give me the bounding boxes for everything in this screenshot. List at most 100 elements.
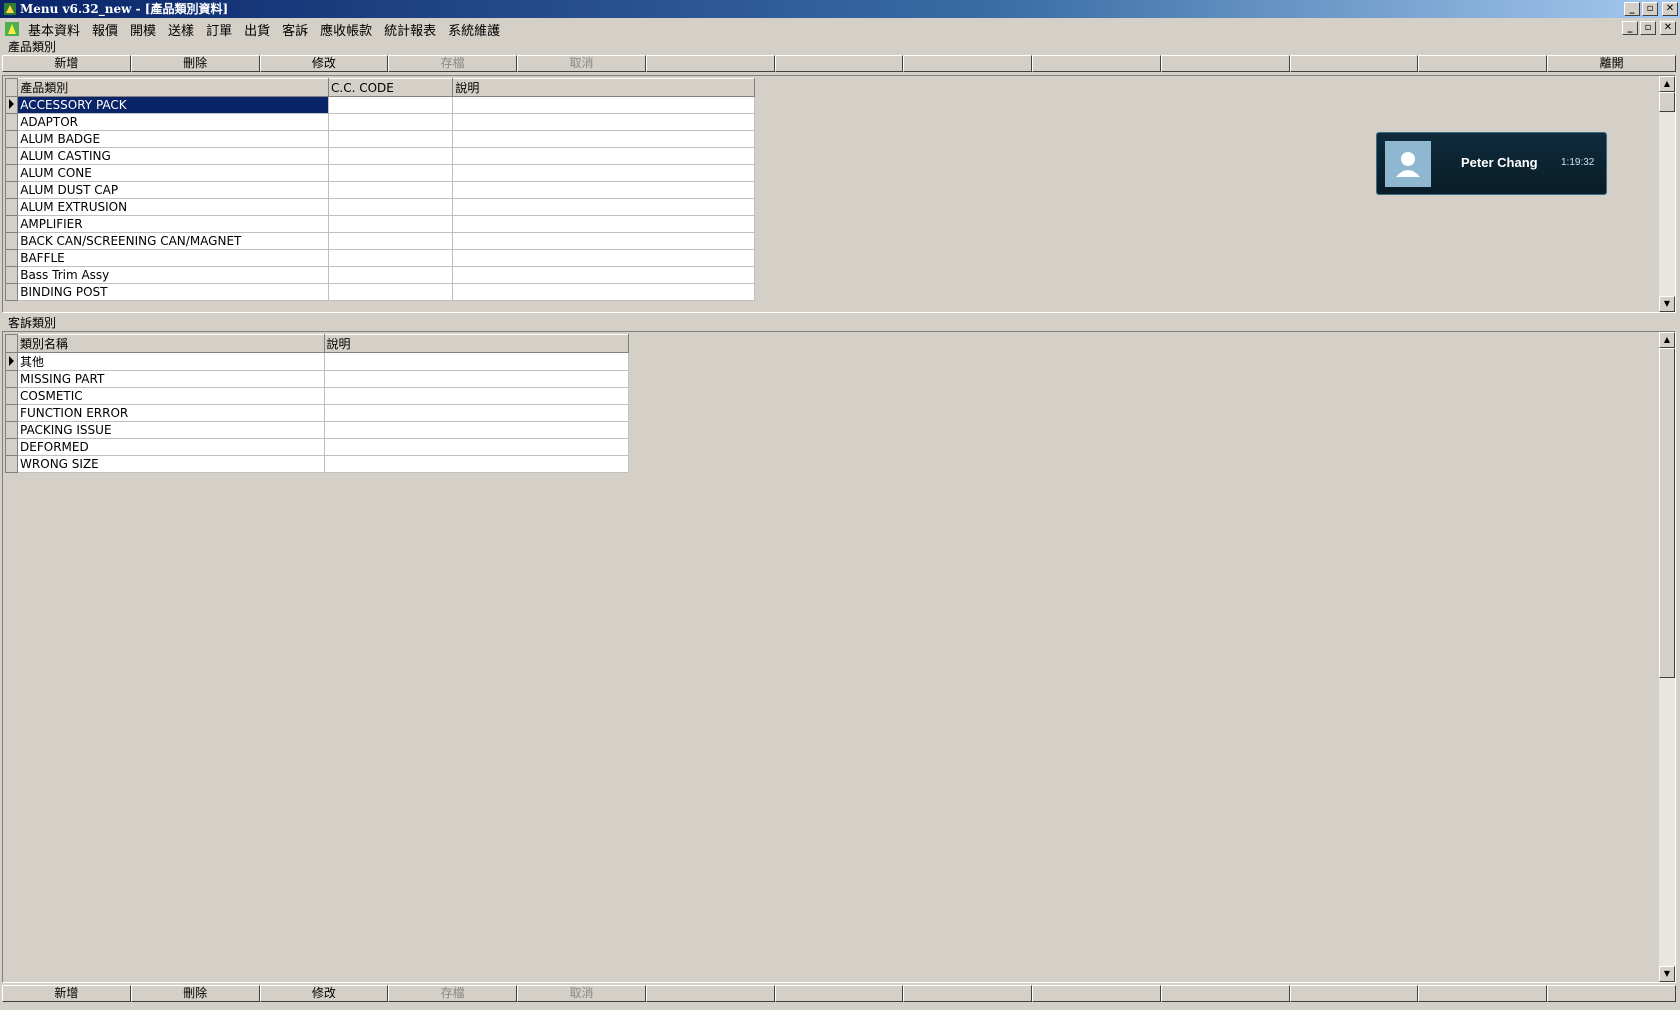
- table-cell[interactable]: ACCESSORY PACK: [17, 96, 330, 114]
- row-indicator[interactable]: [4, 438, 19, 456]
- table-row[interactable]: ACCESSORY PACK: [4, 96, 755, 114]
- toolbar-button[interactable]: 修改: [259, 55, 389, 72]
- menu-item[interactable]: 系統維護: [442, 20, 506, 39]
- menu-item[interactable]: 客訴: [276, 20, 314, 39]
- table-cell[interactable]: [328, 215, 454, 233]
- table-row[interactable]: Bass Trim Assy: [4, 266, 755, 284]
- table-cell[interactable]: 其他: [17, 352, 325, 371]
- table-row[interactable]: WRONG SIZE: [4, 455, 630, 473]
- toolbar-button[interactable]: 刪除: [130, 985, 260, 1002]
- toolbar-button[interactable]: 存檔: [388, 55, 518, 72]
- table-row[interactable]: AMPLIFIER: [4, 215, 755, 233]
- scroll-thumb[interactable]: [1659, 348, 1675, 678]
- table-cell[interactable]: [452, 215, 755, 233]
- toolbar-button[interactable]: 修改: [259, 985, 389, 1002]
- call-notification[interactable]: Peter Chang 1:19:32: [1376, 132, 1607, 195]
- table-row[interactable]: BINDING POST: [4, 283, 755, 301]
- table-cell[interactable]: [452, 232, 755, 250]
- toolbar-button[interactable]: [1160, 985, 1290, 1002]
- table-cell[interactable]: [452, 96, 755, 114]
- table-cell[interactable]: [328, 164, 454, 182]
- row-indicator[interactable]: [4, 404, 19, 422]
- table-row[interactable]: BAFFLE: [4, 249, 755, 267]
- row-indicator[interactable]: [4, 215, 19, 233]
- toolbar-button[interactable]: [645, 985, 775, 1002]
- row-indicator[interactable]: [4, 421, 19, 439]
- table-row[interactable]: PACKING ISSUE: [4, 421, 630, 439]
- row-indicator[interactable]: [4, 130, 19, 148]
- scroll-down-button[interactable]: ▼: [1659, 296, 1675, 312]
- column-header[interactable]: C.C. CODE: [328, 78, 454, 97]
- table-cell[interactable]: BAFFLE: [17, 249, 330, 267]
- row-indicator[interactable]: [4, 387, 19, 405]
- document-icon[interactable]: [3, 20, 21, 38]
- scroll-up-button[interactable]: ▲: [1659, 76, 1675, 92]
- table-cell[interactable]: [328, 130, 454, 148]
- toolbar-button[interactable]: [1547, 985, 1676, 1002]
- toolbar-button[interactable]: [1160, 55, 1290, 72]
- menu-item[interactable]: 送樣: [162, 20, 200, 39]
- toolbar-button[interactable]: 刪除: [130, 55, 260, 72]
- table-cell[interactable]: [323, 438, 630, 456]
- table-cell[interactable]: [328, 113, 454, 131]
- toolbar-button[interactable]: [774, 55, 904, 72]
- table-cell[interactable]: [328, 249, 454, 267]
- scroll-down-button[interactable]: ▼: [1659, 966, 1675, 982]
- table-row[interactable]: 其他: [4, 352, 630, 371]
- table-cell[interactable]: ALUM DUST CAP: [17, 181, 330, 199]
- child-minimize-button[interactable]: _: [1622, 21, 1638, 35]
- table-cell[interactable]: PACKING ISSUE: [17, 421, 325, 439]
- table-row[interactable]: MISSING PART: [4, 370, 630, 388]
- restore-button[interactable]: ▫: [1642, 2, 1658, 16]
- table-cell[interactable]: [323, 455, 630, 473]
- toolbar-button[interactable]: [903, 55, 1033, 72]
- table-cell[interactable]: WRONG SIZE: [17, 455, 325, 473]
- table-row[interactable]: ALUM DUST CAP: [4, 181, 755, 199]
- table-cell[interactable]: [452, 181, 755, 199]
- table-cell[interactable]: BINDING POST: [17, 283, 330, 301]
- menu-item[interactable]: 開模: [124, 20, 162, 39]
- toolbar-button[interactable]: [774, 985, 904, 1002]
- table-cell[interactable]: [328, 232, 454, 250]
- table-row[interactable]: COSMETIC: [4, 387, 630, 405]
- table-cell[interactable]: [452, 164, 755, 182]
- scroll-thumb[interactable]: [1659, 92, 1675, 112]
- toolbar-button[interactable]: [1418, 985, 1548, 1002]
- menu-item[interactable]: 報價: [86, 20, 124, 39]
- menu-item[interactable]: 基本資料: [22, 20, 86, 39]
- child-close-button[interactable]: ✕: [1660, 21, 1676, 35]
- table-cell[interactable]: [328, 96, 454, 114]
- close-button[interactable]: ✕: [1662, 2, 1678, 16]
- table-cell[interactable]: [452, 283, 755, 301]
- child-restore-button[interactable]: ▫: [1640, 21, 1656, 35]
- toolbar-button[interactable]: 取消: [517, 55, 646, 72]
- menu-item[interactable]: 出貨: [238, 20, 276, 39]
- toolbar-button[interactable]: 取消: [517, 985, 646, 1002]
- table-cell[interactable]: [452, 147, 755, 165]
- table-cell[interactable]: [323, 404, 630, 422]
- table-row[interactable]: ALUM CASTING: [4, 147, 755, 165]
- table-cell[interactable]: ALUM CONE: [17, 164, 330, 182]
- menu-item[interactable]: 應收帳款: [314, 20, 378, 39]
- table-cell[interactable]: [328, 181, 454, 199]
- menu-item[interactable]: 訂單: [200, 20, 238, 39]
- table-row[interactable]: FUNCTION ERROR: [4, 404, 630, 422]
- table-cell[interactable]: [452, 249, 755, 267]
- row-indicator[interactable]: [4, 370, 19, 388]
- table-cell[interactable]: ADAPTOR: [17, 113, 330, 131]
- table-row[interactable]: ALUM CONE: [4, 164, 755, 182]
- table-cell[interactable]: [323, 352, 630, 371]
- column-header[interactable]: 類別名稱: [17, 334, 325, 353]
- table-cell[interactable]: BACK CAN/SCREENING CAN/MAGNET: [17, 232, 330, 250]
- toolbar-button[interactable]: [1418, 55, 1548, 72]
- column-header[interactable]: 產品類別: [17, 78, 330, 97]
- toolbar-button[interactable]: 新增: [2, 55, 131, 72]
- table-cell[interactable]: DEFORMED: [17, 438, 325, 456]
- row-indicator[interactable]: [4, 181, 19, 199]
- table-row[interactable]: ALUM BADGE: [4, 130, 755, 148]
- table-cell[interactable]: [452, 113, 755, 131]
- table-row[interactable]: DEFORMED: [4, 438, 630, 456]
- table-row[interactable]: ADAPTOR: [4, 113, 755, 131]
- table-cell[interactable]: [452, 198, 755, 216]
- table-cell[interactable]: [323, 387, 630, 405]
